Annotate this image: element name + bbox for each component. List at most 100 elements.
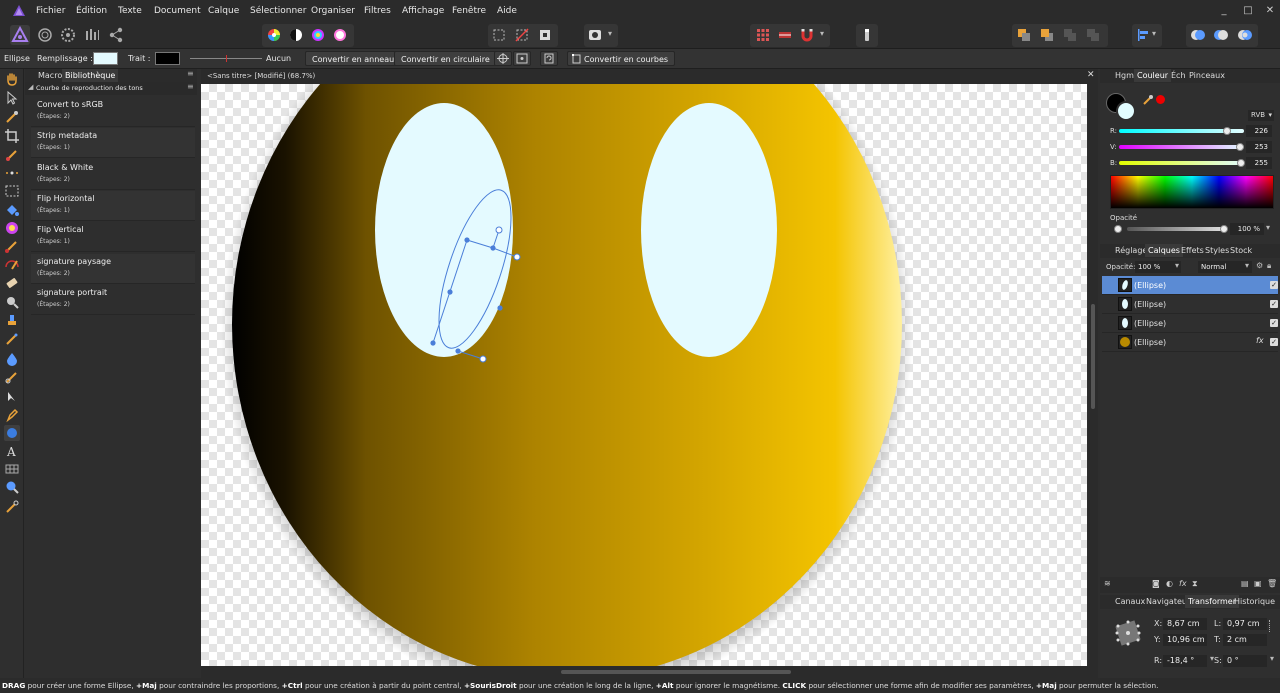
live-filter-icon[interactable]: ⧗ xyxy=(1192,579,1198,589)
contrast-icon[interactable] xyxy=(288,27,304,43)
sparkle-tool-icon[interactable] xyxy=(4,165,20,181)
layer-visibility-checkbox[interactable]: ✓ xyxy=(1270,319,1278,327)
opacity-value[interactable]: 100 % xyxy=(1230,223,1264,235)
snapping-grid-icon[interactable] xyxy=(778,28,792,42)
macro-item[interactable]: signature portrait (Étapes: 2) xyxy=(31,285,195,315)
quick-mask-group[interactable]: ▾ xyxy=(584,24,618,47)
mask-icon[interactable]: ◙ xyxy=(1152,579,1160,588)
red-value[interactable]: 226 xyxy=(1246,125,1272,137)
close-window-button[interactable]: ✕ xyxy=(1260,0,1280,22)
lock-icon[interactable]: 🔒︎ xyxy=(1267,261,1271,271)
layer-row[interactable]: (Ellipse) ✓ xyxy=(1102,295,1278,314)
color-mode-select[interactable]: RVB ▾ xyxy=(1248,110,1274,121)
blue-slider[interactable] xyxy=(1119,161,1244,165)
menu-affichage[interactable]: Affichage xyxy=(402,0,444,22)
tab-bibliotheque[interactable]: Bibliothèque xyxy=(62,69,119,82)
export-persona-button[interactable] xyxy=(106,25,126,45)
develop-persona-button[interactable] xyxy=(58,25,78,45)
menu-calque[interactable]: Calque xyxy=(208,0,239,22)
white-balance-icon[interactable] xyxy=(332,27,348,43)
ellipse-tool-button[interactable] xyxy=(4,425,20,441)
hand-tool-icon[interactable] xyxy=(4,71,20,87)
fx-badge[interactable]: fx xyxy=(1256,336,1264,345)
anchor-point-icon[interactable] xyxy=(1112,617,1144,649)
tab-history[interactable]: Historique xyxy=(1231,595,1278,608)
layer-row[interactable]: (Ellipse) ✓ xyxy=(1102,314,1278,333)
text-tool-icon[interactable]: A xyxy=(4,443,20,459)
pixel-brush-tool-icon[interactable] xyxy=(4,238,20,254)
chevron-down-icon[interactable]: ▾ xyxy=(1245,261,1249,270)
node-tool-icon[interactable] xyxy=(4,389,20,405)
macro-category[interactable]: ◢ Courbe de reproduction des tons ≡ xyxy=(25,82,197,95)
document-tab[interactable]: <Sans titre> [Modifié] (68.7%) ✕ xyxy=(201,69,1098,84)
pen-tool-icon[interactable] xyxy=(4,407,20,423)
deselect-icon[interactable] xyxy=(515,28,529,42)
fx-icon[interactable]: fx xyxy=(1179,579,1187,588)
layer-visibility-checkbox[interactable]: ✓ xyxy=(1270,338,1278,346)
layer-visibility-checkbox[interactable]: ✓ xyxy=(1270,281,1278,289)
color-dropper-tool-icon[interactable] xyxy=(4,499,20,515)
align-center-button[interactable] xyxy=(494,51,512,66)
magnet-icon[interactable] xyxy=(800,28,814,42)
panel-menu-icon[interactable]: ≡ xyxy=(187,69,194,78)
tone-mapping-persona-button[interactable] xyxy=(82,25,102,45)
right-eye-ellipse[interactable] xyxy=(641,103,777,357)
y-field[interactable]: 10,96 cm xyxy=(1163,634,1207,646)
menu-texte[interactable]: Texte xyxy=(118,0,142,22)
horizontal-scroll-thumb[interactable] xyxy=(561,670,791,674)
clone-tool-icon[interactable] xyxy=(4,312,20,328)
move-to-back-icon[interactable] xyxy=(1017,28,1031,42)
tab-color[interactable]: Couleur xyxy=(1134,69,1172,82)
stroke-swatch[interactable] xyxy=(155,52,180,65)
gear-icon[interactable]: ⚙ xyxy=(1256,261,1263,270)
intersect-shapes-icon[interactable] xyxy=(1237,28,1253,42)
macro-item[interactable]: Flip Vertical (Étapes: 1) xyxy=(31,222,195,252)
minimize-button[interactable]: _ xyxy=(1214,0,1234,22)
group-icon[interactable]: ▤ xyxy=(1241,579,1249,588)
menu-selectionner[interactable]: Sélectionner xyxy=(250,0,306,22)
green-slider[interactable] xyxy=(1119,145,1244,149)
vertical-scroll-thumb[interactable] xyxy=(1091,304,1095,409)
blend-mode-select[interactable]: Normal xyxy=(1198,261,1252,273)
menu-fichier[interactable]: Fichier xyxy=(36,0,65,22)
erase-tool-icon[interactable] xyxy=(4,275,20,291)
selection-brush-tool-icon[interactable] xyxy=(4,257,20,273)
chevron-down-icon[interactable]: ▾ xyxy=(1175,261,1179,270)
paint-brush-tool-icon[interactable] xyxy=(4,147,20,163)
delete-layer-icon[interactable]: 🗑︎ xyxy=(1267,579,1277,588)
blue-value[interactable]: 255 xyxy=(1246,157,1272,169)
maximize-button[interactable]: □ xyxy=(1238,0,1258,22)
layer-row[interactable]: (Ellipse) fx ✓ xyxy=(1102,333,1278,352)
chevron-down-icon[interactable]: ▾ xyxy=(1270,654,1274,663)
blue-slider-knob[interactable] xyxy=(1237,159,1245,167)
invert-selection-icon[interactable] xyxy=(538,28,552,42)
macro-item[interactable]: Convert to sRGB (Étapes: 2) xyxy=(31,97,195,127)
macro-item[interactable]: Strip metadata (Étapes: 1) xyxy=(31,128,195,158)
marquee-tool-icon[interactable] xyxy=(4,183,20,199)
assistant-group[interactable] xyxy=(856,24,878,47)
move-tool-icon[interactable] xyxy=(4,90,20,106)
grid-icon[interactable] xyxy=(756,28,770,42)
adjustment-icon[interactable]: ◐ xyxy=(1166,579,1173,588)
shear-field[interactable]: 0 ° xyxy=(1223,655,1267,667)
link-icon[interactable] xyxy=(1269,620,1271,632)
layer-row[interactable]: (Ellipse) ✓ xyxy=(1102,276,1278,295)
vertical-scrollbar[interactable] xyxy=(1088,84,1098,666)
menu-edition[interactable]: Édition xyxy=(76,0,107,22)
green-value[interactable]: 253 xyxy=(1246,141,1272,153)
width-field[interactable]: 0,97 cm xyxy=(1223,618,1267,630)
add-layer-icon[interactable]: ▣ xyxy=(1254,579,1262,588)
zoom-tool-icon[interactable] xyxy=(4,479,20,495)
move-to-front-icon[interactable] xyxy=(1086,28,1100,42)
dodge-tool-icon[interactable] xyxy=(4,294,20,310)
stroke-style[interactable]: Aucun xyxy=(266,49,291,69)
recent-color-swatch[interactable] xyxy=(1156,95,1165,104)
red-eye-tool-icon[interactable] xyxy=(4,331,20,347)
color-spectrum[interactable] xyxy=(1110,175,1274,209)
convert-curves-button[interactable]: Convertir en courbes xyxy=(567,51,676,66)
red-slider-knob[interactable] xyxy=(1223,127,1231,135)
tab-brushes[interactable]: Pinceaux xyxy=(1186,69,1228,82)
macro-item[interactable]: signature paysage (Étapes: 2) xyxy=(31,254,195,284)
marquee-select-icon[interactable] xyxy=(492,28,506,42)
gradient-tool-icon[interactable] xyxy=(4,220,20,236)
